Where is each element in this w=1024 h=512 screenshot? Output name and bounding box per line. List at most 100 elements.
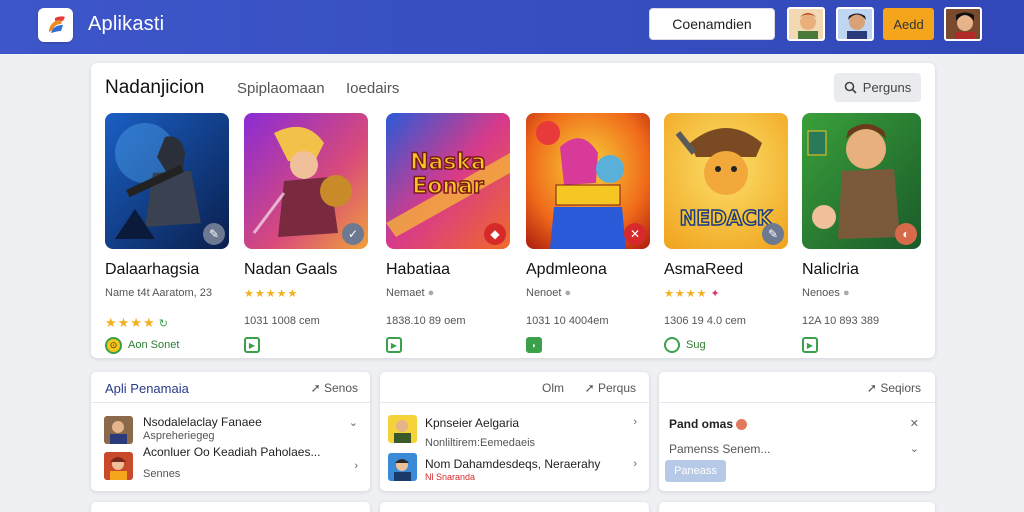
game-card[interactable]: NEDACK ✎ AsmaReed ★★★★ ✦ 1306 19 4.0 cem… <box>664 113 789 353</box>
game-thumbnail[interactable]: ◐ <box>802 113 921 249</box>
panel-pill-button[interactable]: Paneass <box>665 460 726 482</box>
tab-ioedairs[interactable]: Ioedairs <box>346 80 399 97</box>
game-thumbnail[interactable]: ✕ <box>526 113 650 249</box>
game-tag: ▶ <box>802 337 927 353</box>
game-name: Dalaarhagsia <box>105 261 200 278</box>
download-icon[interactable]: ✎ <box>203 223 225 245</box>
close-icon[interactable]: ✕ <box>910 417 919 430</box>
share-icon: ➚ <box>584 381 595 395</box>
chevron-right-icon[interactable]: › <box>633 416 637 428</box>
user-avatar-2[interactable] <box>836 7 874 41</box>
game-thumbnail[interactable]: Naska Eonar ◆ <box>386 113 510 249</box>
list-item-badge: Nl Snaranda <box>425 472 476 482</box>
panel-title: Apli Penamaia <box>105 381 189 396</box>
game-card[interactable]: ◐ Naliclria Nenoes ● 12A 10 893 389 ▶ <box>802 113 927 353</box>
game-meta: Name t4t Aaratom, 23 <box>105 287 212 299</box>
list-item-subtitle: Nonliltirem:Eemedaeis <box>425 437 536 449</box>
user-avatar-3[interactable] <box>944 7 982 41</box>
game-tag-label: Sug <box>686 339 706 351</box>
game-card[interactable]: ✓ Nadan Gaals ★★★★★ 1031 1008 cem ▶ <box>244 113 369 353</box>
game-thumbnail[interactable]: ✓ <box>244 113 368 249</box>
panel-perqus: Olm ➚ Perqus Kpnseier Aelgaria Nonliltir… <box>380 372 649 491</box>
game-tag: ⊙ Aon Sonet <box>105 336 230 354</box>
panel-action-olm[interactable]: Olm <box>542 381 564 395</box>
play-icon: ▶ <box>802 337 818 353</box>
tag-icon: ⊙ <box>105 336 122 354</box>
search-button[interactable]: Perguns <box>834 73 921 102</box>
user-avatar-1[interactable] <box>787 7 825 41</box>
list-item-title[interactable]: Pand omas <box>669 417 748 431</box>
svg-text:NEDACK: NEDACK <box>680 206 774 230</box>
game-thumbnail[interactable]: NEDACK ✎ <box>664 113 788 249</box>
close-icon[interactable]: ✕ <box>624 223 646 245</box>
panel-action-button[interactable]: ➚ Perqus <box>585 381 636 395</box>
info-icon: ● <box>842 287 850 299</box>
list-item-title[interactable]: Nsodalelaclay Fanaee <box>143 415 262 429</box>
panel-action-button[interactable]: ➚ Seqiors <box>867 381 921 395</box>
game-card[interactable]: Naska Eonar ◆ Habatiaa Nemaet ● 1838.10 … <box>386 113 511 353</box>
app-logo-icon <box>48 16 65 33</box>
game-card[interactable]: ✎ Dalaarhagsia Name t4t Aaratom, 23 ★★★★… <box>105 113 230 354</box>
avatar <box>104 416 133 444</box>
game-name: Habatiaa <box>386 261 451 278</box>
avatar <box>104 452 133 480</box>
leaf-icon: ◗ <box>526 337 542 353</box>
game-name: Nadan Gaals <box>244 261 338 278</box>
game-name: Apdmleona <box>526 261 607 278</box>
badge-icon[interactable]: ◆ <box>484 223 506 245</box>
rating-stars-icon: ★★★★ <box>664 288 708 300</box>
list-item-subtitle: Pamenss Senem... <box>669 442 771 456</box>
panel-header: ➚ Seqiors <box>659 372 935 403</box>
panel-peek <box>380 502 649 512</box>
game-tag: ◗ <box>526 337 651 353</box>
refresh-icon: ↻ <box>158 318 168 330</box>
panel-peek <box>91 502 370 512</box>
panel-seqiors: ➚ Seqiors Pand omas ✕ Pamenss Senem... ⌄… <box>659 372 935 491</box>
chevron-right-icon[interactable]: › <box>633 458 637 470</box>
game-rating: ★★★★ ↻ <box>105 315 230 330</box>
game-thumbnail[interactable]: ✎ <box>105 113 229 249</box>
share-icon: ➚ <box>310 381 321 395</box>
chevron-down-icon[interactable]: ⌄ <box>910 442 919 455</box>
add-button[interactable]: Aedd <box>883 8 934 40</box>
app-title: Aplikasti <box>88 13 165 35</box>
game-meta: Nenoet ● <box>526 287 572 299</box>
play-icon: ▶ <box>386 337 402 353</box>
game-tag: ▶ <box>244 337 369 353</box>
badge-icon[interactable]: ◐ <box>895 223 917 245</box>
list-item-title[interactable]: Kpnseier Aelgaria <box>425 416 519 430</box>
game-card[interactable]: ✕ Apdmleona Nenoet ● 1031 10 4004em ◗ <box>526 113 651 353</box>
panel-header: Olm ➚ Perqus <box>380 372 649 403</box>
game-tag-label: Aon Sonet <box>128 339 180 351</box>
game-stats: 1031 1008 cem <box>244 315 320 327</box>
share-icon: ➚ <box>866 381 877 395</box>
featured-apps-card: Nadanjicion Spiplaomaan Ioedairs Perguns… <box>91 63 935 358</box>
list-item-title[interactable]: Nom Dahamdesdeqs, Neraerahy <box>425 457 600 471</box>
list-item-title[interactable]: Aconluer Oo Keadiah Paholaes... <box>143 445 320 459</box>
edit-icon[interactable]: ✓ <box>342 223 364 245</box>
search-label: Perguns <box>862 80 912 95</box>
app-logo[interactable] <box>38 8 73 42</box>
game-tag: ▶ <box>386 337 511 353</box>
tab-spiplaomaan[interactable]: Spiplaomaan <box>237 80 325 97</box>
game-stats: 12A 10 893 389 <box>802 315 880 327</box>
panel-action-button[interactable]: ➚ Senos <box>311 381 358 395</box>
avatar <box>388 453 417 481</box>
game-name: Naliclria <box>802 261 859 278</box>
game-rating: ★★★★ ✦ <box>664 287 789 301</box>
edit-icon[interactable]: ✎ <box>762 223 784 245</box>
info-icon: ● <box>427 287 435 299</box>
game-rating: ★★★★★ <box>244 287 369 301</box>
status-dot-icon <box>736 419 748 431</box>
game-tag: Sug <box>664 337 789 353</box>
game-name: AsmaReed <box>664 261 744 278</box>
game-stats: 1031 10 4004em <box>526 315 609 327</box>
header-action-button[interactable]: Coenamdien <box>649 8 775 40</box>
game-stats: 1838.10 89 oem <box>386 315 466 327</box>
chevron-down-icon[interactable]: ⌄ <box>349 416 358 429</box>
list-item-subtitle: Aspreheriegeg <box>143 430 215 442</box>
section-title: Nadanjicion <box>105 77 205 98</box>
svg-text:Eonar: Eonar <box>412 174 484 199</box>
chevron-right-icon[interactable]: › <box>354 460 358 472</box>
play-icon: ▶ <box>244 337 260 353</box>
